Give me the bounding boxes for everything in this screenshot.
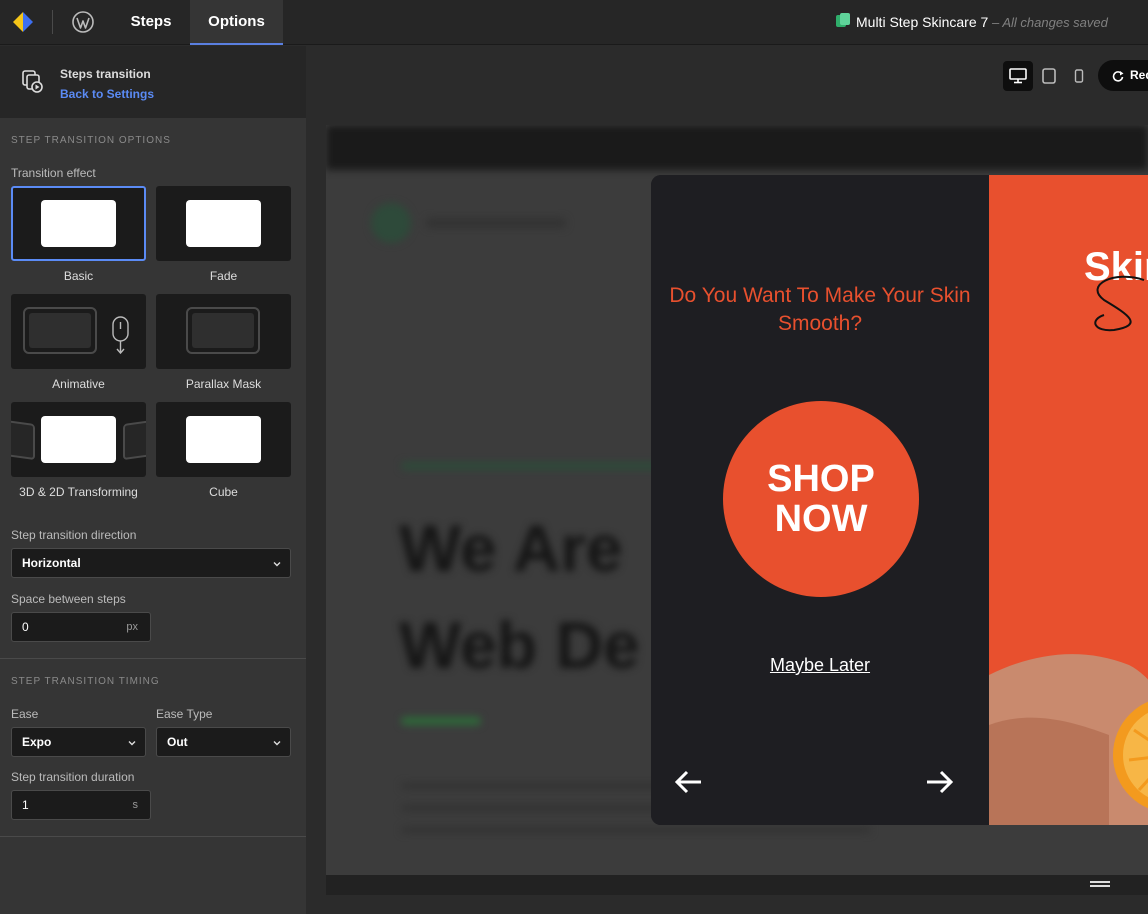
shop-now-button[interactable]: SHOP NOW <box>723 401 919 597</box>
direction-select[interactable]: Horizontal <box>11 548 291 578</box>
popup: Do You Want To Make Your Skin Smooth? SH… <box>651 175 1148 825</box>
tab-options[interactable]: Options <box>190 0 283 45</box>
direction-label: Step transition direction <box>11 528 137 542</box>
sidebar-header: Steps transition Back to Settings <box>0 46 306 118</box>
blurred-heading-line1: We Are <box>399 511 623 585</box>
effect-side-panel <box>123 419 146 461</box>
effect-preview <box>186 200 261 247</box>
space-unit: px <box>126 621 138 633</box>
tablet-icon <box>1042 68 1056 84</box>
effect-caption: 3D & 2D Transforming <box>19 485 138 499</box>
effect-preview <box>186 416 261 463</box>
shop-now-line1: SHOP <box>767 458 875 500</box>
chevron-down-icon <box>273 562 281 567</box>
effect-card-3d-2d-transforming[interactable] <box>11 402 146 477</box>
effect-card-cube[interactable] <box>156 402 291 477</box>
app-logo-icon[interactable] <box>11 11 35 33</box>
desktop-view-button[interactable] <box>1003 61 1033 91</box>
blurred-logo <box>371 203 411 243</box>
effect-caption: Animative <box>52 377 105 391</box>
mouse-scroll-icon <box>112 316 129 355</box>
preview-bottom-bar <box>326 875 1148 895</box>
ease-type-label: Ease Type <box>156 707 213 721</box>
blurred-brand <box>426 218 566 228</box>
page-preview: We Are Web De Do You Want To Make Your S… <box>326 125 1148 895</box>
panel-title: Steps transition <box>60 67 151 81</box>
direction-value: Horizontal <box>22 556 81 570</box>
sidebar: Steps transition Back to Settings STEP T… <box>0 46 306 914</box>
effect-preview <box>186 307 260 354</box>
redo-button[interactable]: Red <box>1098 60 1148 91</box>
chevron-down-icon <box>128 741 136 746</box>
blurred-text-line <box>401 827 871 833</box>
arrow-right-icon[interactable] <box>924 770 954 794</box>
document-icon <box>836 13 850 27</box>
document-title: Multi Step Skincare 7 <box>856 14 989 30</box>
editor-canvas: Red We Are Web De Do You Want To Make Yo… <box>306 46 1148 914</box>
arrow-left-icon[interactable] <box>674 770 704 794</box>
effect-caption: Fade <box>209 269 238 283</box>
effect-preview <box>23 307 97 354</box>
wordpress-icon[interactable] <box>71 10 95 34</box>
duration-value: 1 <box>22 798 29 812</box>
script-lettering <box>1094 275 1145 332</box>
effect-caption: Parallax Mask <box>185 377 262 391</box>
blurred-heading-line2: Web De <box>399 608 640 682</box>
redo-icon <box>1112 71 1124 82</box>
effect-caption: Basic <box>63 269 94 283</box>
save-status: – All changes saved <box>992 15 1108 30</box>
effect-caption: Cube <box>209 485 238 499</box>
duration-input[interactable]: 1 s <box>11 790 151 820</box>
section-title-timing: STEP TRANSITION TIMING <box>11 676 160 687</box>
hand-orange-image <box>989 654 1148 825</box>
ease-label: Ease <box>11 707 39 721</box>
drag-handle-icon[interactable] <box>1090 881 1110 887</box>
duration-unit: s <box>132 799 139 811</box>
tablet-view-button[interactable] <box>1034 61 1064 91</box>
divider <box>52 10 53 34</box>
transition-effect-label: Transition effect <box>11 166 96 180</box>
ease-type-value: Out <box>167 735 188 749</box>
back-to-settings-link[interactable]: Back to Settings <box>60 87 154 101</box>
blurred-underline <box>401 717 481 725</box>
top-bar: Steps Options Multi Step Skincare 7 – Al… <box>0 0 1148 45</box>
effect-card-fade[interactable] <box>156 186 291 261</box>
desktop-icon <box>1009 68 1027 84</box>
blurred-tagline <box>401 462 661 470</box>
mobile-view-button[interactable] <box>1064 61 1094 91</box>
effect-card-parallax-mask[interactable] <box>156 294 291 369</box>
effect-card-animative[interactable] <box>11 294 146 369</box>
preview-top-strip <box>326 125 1148 170</box>
effect-card-basic[interactable] <box>11 186 146 261</box>
maybe-later-link[interactable]: Maybe Later <box>651 655 989 676</box>
section-title-options: STEP TRANSITION OPTIONS <box>11 135 171 146</box>
duration-label: Step transition duration <box>11 770 135 784</box>
effect-preview <box>41 416 116 463</box>
divider <box>0 836 306 837</box>
space-value: 0 <box>22 620 29 634</box>
chevron-down-icon <box>273 741 281 746</box>
tab-steps[interactable]: Steps <box>113 0 189 45</box>
mobile-icon <box>1074 69 1084 83</box>
effect-side-panel <box>11 419 35 461</box>
popup-right-panel: Skin <box>989 175 1148 825</box>
ease-type-select[interactable]: Out <box>156 727 291 757</box>
space-input[interactable]: 0 px <box>11 612 151 642</box>
popup-left-panel: Do You Want To Make Your Skin Smooth? SH… <box>651 175 989 825</box>
redo-label: Red <box>1130 68 1148 82</box>
shop-now-line2: NOW <box>774 498 868 540</box>
space-label: Space between steps <box>11 592 126 606</box>
effect-preview <box>41 200 116 247</box>
ease-value: Expo <box>22 735 52 749</box>
steps-transition-icon <box>22 70 43 93</box>
ease-select[interactable]: Expo <box>11 727 146 757</box>
divider <box>0 658 306 659</box>
popup-question: Do You Want To Make Your Skin Smooth? <box>669 284 971 335</box>
